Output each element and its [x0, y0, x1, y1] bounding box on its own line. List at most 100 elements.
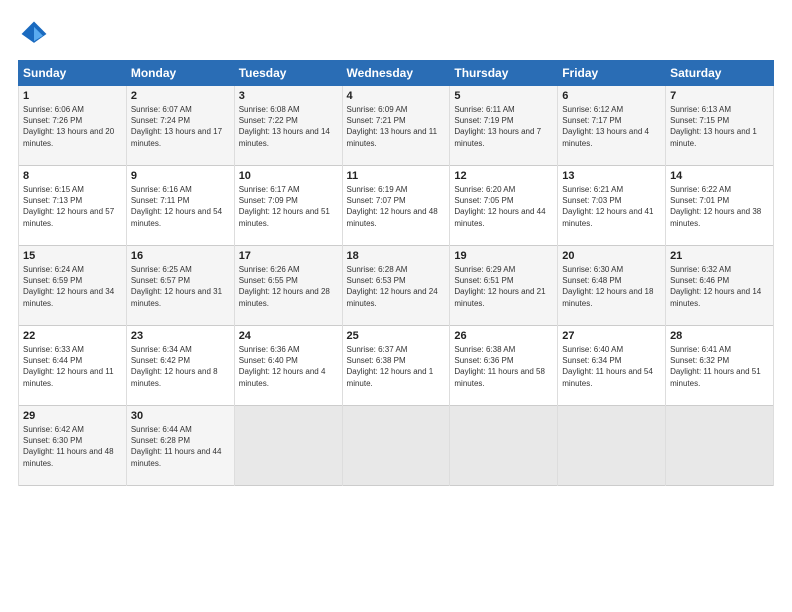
day-details: Sunrise: 6:28 AMSunset: 6:53 PMDaylight:…	[347, 265, 438, 308]
day-number: 23	[131, 330, 230, 342]
day-number: 8	[23, 170, 122, 182]
day-cell: 28 Sunrise: 6:41 AMSunset: 6:32 PMDayligh…	[666, 326, 774, 406]
day-details: Sunrise: 6:11 AMSunset: 7:19 PMDaylight:…	[454, 105, 541, 148]
day-cell: 21Sunrise: 6:32 AMSunset: 6:46 PMDayligh…	[666, 246, 774, 326]
day-details: Sunrise: 6:08 AMSunset: 7:22 PMDaylight:…	[239, 105, 330, 148]
day-cell	[558, 406, 666, 486]
day-number: 29	[23, 410, 122, 422]
day-number: 26	[454, 330, 553, 342]
day-cell: 18 Sunrise: 6:28 AMSunset: 6:53 PMDayligh…	[342, 246, 450, 326]
day-cell: 23 Sunrise: 6:34 AMSunset: 6:42 PMDayligh…	[126, 326, 234, 406]
day-number: 17	[239, 250, 338, 262]
day-cell: 24 Sunrise: 6:36 AMSunset: 6:40 PMDayligh…	[234, 326, 342, 406]
day-cell: 20 Sunrise: 6:30 AMSunset: 6:48 PMDayligh…	[558, 246, 666, 326]
day-details: Sunrise: 6:19 AMSunset: 7:07 PMDaylight:…	[347, 185, 438, 228]
header-cell-sunday: Sunday	[19, 61, 127, 86]
day-number: 22	[23, 330, 122, 342]
day-details: Sunrise: 6:34 AMSunset: 6:42 PMDaylight:…	[131, 345, 218, 388]
header-cell-wednesday: Wednesday	[342, 61, 450, 86]
day-number: 15	[23, 250, 122, 262]
day-number: 13	[562, 170, 661, 182]
day-cell: 27 Sunrise: 6:40 AMSunset: 6:34 PMDayligh…	[558, 326, 666, 406]
day-details: Sunrise: 6:07 AMSunset: 7:24 PMDaylight:…	[131, 105, 222, 148]
header-cell-monday: Monday	[126, 61, 234, 86]
header-cell-friday: Friday	[558, 61, 666, 86]
day-number: 27	[562, 330, 661, 342]
day-cell	[666, 406, 774, 486]
day-number: 28	[670, 330, 769, 342]
day-details: Sunrise: 6:44 AMSunset: 6:28 PMDaylight:…	[131, 425, 222, 468]
day-details: Sunrise: 6:38 AMSunset: 6:36 PMDaylight:…	[454, 345, 545, 388]
day-cell: 3 Sunrise: 6:08 AMSunset: 7:22 PMDaylight…	[234, 86, 342, 166]
day-cell: 9Sunrise: 6:16 AMSunset: 7:11 PMDaylight…	[126, 166, 234, 246]
day-cell: 22 Sunrise: 6:33 AMSunset: 6:44 PMDayligh…	[19, 326, 127, 406]
day-cell: 29 Sunrise: 6:42 AMSunset: 6:30 PMDayligh…	[19, 406, 127, 486]
calendar-table: SundayMondayTuesdayWednesdayThursdayFrid…	[18, 60, 774, 486]
day-cell	[342, 406, 450, 486]
week-row-2: 8 Sunrise: 6:15 AMSunset: 7:13 PMDaylight…	[19, 166, 774, 246]
day-details: Sunrise: 6:20 AMSunset: 7:05 PMDaylight:…	[454, 185, 545, 228]
day-cell: 19 Sunrise: 6:29 AMSunset: 6:51 PMDayligh…	[450, 246, 558, 326]
day-cell: 26 Sunrise: 6:38 AMSunset: 6:36 PMDayligh…	[450, 326, 558, 406]
day-number: 3	[239, 90, 338, 102]
day-details: Sunrise: 6:36 AMSunset: 6:40 PMDaylight:…	[239, 345, 326, 388]
header-cell-thursday: Thursday	[450, 61, 558, 86]
day-cell: 2 Sunrise: 6:07 AMSunset: 7:24 PMDaylight…	[126, 86, 234, 166]
day-details: Sunrise: 6:40 AMSunset: 6:34 PMDaylight:…	[562, 345, 653, 388]
day-details: Sunrise: 6:15 AMSunset: 7:13 PMDaylight:…	[23, 185, 114, 228]
day-number: 11	[347, 170, 446, 182]
day-number: 2	[131, 90, 230, 102]
week-row-5: 29 Sunrise: 6:42 AMSunset: 6:30 PMDayligh…	[19, 406, 774, 486]
day-cell: 17 Sunrise: 6:26 AMSunset: 6:55 PMDayligh…	[234, 246, 342, 326]
day-number: 4	[347, 90, 446, 102]
day-number: 19	[454, 250, 553, 262]
week-row-1: 1 Sunrise: 6:06 AMSunset: 7:26 PMDaylight…	[19, 86, 774, 166]
day-cell: 8 Sunrise: 6:15 AMSunset: 7:13 PMDaylight…	[19, 166, 127, 246]
day-cell: 30 Sunrise: 6:44 AMSunset: 6:28 PMDayligh…	[126, 406, 234, 486]
day-cell: 1 Sunrise: 6:06 AMSunset: 7:26 PMDaylight…	[19, 86, 127, 166]
day-number: 18	[347, 250, 446, 262]
header-row: SundayMondayTuesdayWednesdayThursdayFrid…	[19, 61, 774, 86]
day-cell: 12 Sunrise: 6:20 AMSunset: 7:05 PMDayligh…	[450, 166, 558, 246]
day-number: 12	[454, 170, 553, 182]
day-details: Sunrise: 6:26 AMSunset: 6:55 PMDaylight:…	[239, 265, 330, 308]
day-details: Sunrise: 6:42 AMSunset: 6:30 PMDaylight:…	[23, 425, 114, 468]
day-number: 1	[23, 90, 122, 102]
day-cell: 6 Sunrise: 6:12 AMSunset: 7:17 PMDaylight…	[558, 86, 666, 166]
header	[18, 18, 774, 50]
header-cell-saturday: Saturday	[666, 61, 774, 86]
day-details: Sunrise: 6:41 AMSunset: 6:32 PMDaylight:…	[670, 345, 761, 388]
day-cell	[450, 406, 558, 486]
page: SundayMondayTuesdayWednesdayThursdayFrid…	[0, 0, 792, 612]
day-cell: 5Sunrise: 6:11 AMSunset: 7:19 PMDaylight…	[450, 86, 558, 166]
day-cell: 13 Sunrise: 6:21 AMSunset: 7:03 PMDayligh…	[558, 166, 666, 246]
day-number: 24	[239, 330, 338, 342]
logo	[18, 18, 56, 50]
day-details: Sunrise: 6:09 AMSunset: 7:21 PMDaylight:…	[347, 105, 438, 148]
day-cell: 14Sunrise: 6:22 AMSunset: 7:01 PMDayligh…	[666, 166, 774, 246]
day-details: Sunrise: 6:32 AMSunset: 6:46 PMDaylight:…	[670, 265, 761, 308]
day-details: Sunrise: 6:33 AMSunset: 6:44 PMDaylight:…	[23, 345, 114, 388]
day-cell	[234, 406, 342, 486]
day-details: Sunrise: 6:30 AMSunset: 6:48 PMDaylight:…	[562, 265, 653, 308]
logo-icon	[18, 18, 50, 50]
day-details: Sunrise: 6:21 AMSunset: 7:03 PMDaylight:…	[562, 185, 653, 228]
week-row-4: 22 Sunrise: 6:33 AMSunset: 6:44 PMDayligh…	[19, 326, 774, 406]
day-cell: 4 Sunrise: 6:09 AMSunset: 7:21 PMDaylight…	[342, 86, 450, 166]
day-cell: 7 Sunrise: 6:13 AMSunset: 7:15 PMDaylight…	[666, 86, 774, 166]
day-details: Sunrise: 6:13 AMSunset: 7:15 PMDaylight:…	[670, 105, 757, 148]
header-cell-tuesday: Tuesday	[234, 61, 342, 86]
day-details: Sunrise: 6:12 AMSunset: 7:17 PMDaylight:…	[562, 105, 649, 148]
day-number: 16	[131, 250, 230, 262]
day-details: Sunrise: 6:17 AMSunset: 7:09 PMDaylight:…	[239, 185, 330, 228]
day-number: 6	[562, 90, 661, 102]
day-details: Sunrise: 6:29 AMSunset: 6:51 PMDaylight:…	[454, 265, 545, 308]
day-details: Sunrise: 6:06 AMSunset: 7:26 PMDaylight:…	[23, 105, 114, 148]
day-number: 30	[131, 410, 230, 422]
day-details: Sunrise: 6:37 AMSunset: 6:38 PMDaylight:…	[347, 345, 434, 388]
day-cell: 16Sunrise: 6:25 AMSunset: 6:57 PMDayligh…	[126, 246, 234, 326]
day-number: 20	[562, 250, 661, 262]
day-number: 7	[670, 90, 769, 102]
day-number: 9	[131, 170, 230, 182]
day-details: Sunrise: 6:22 AMSunset: 7:01 PMDaylight:…	[670, 185, 761, 228]
